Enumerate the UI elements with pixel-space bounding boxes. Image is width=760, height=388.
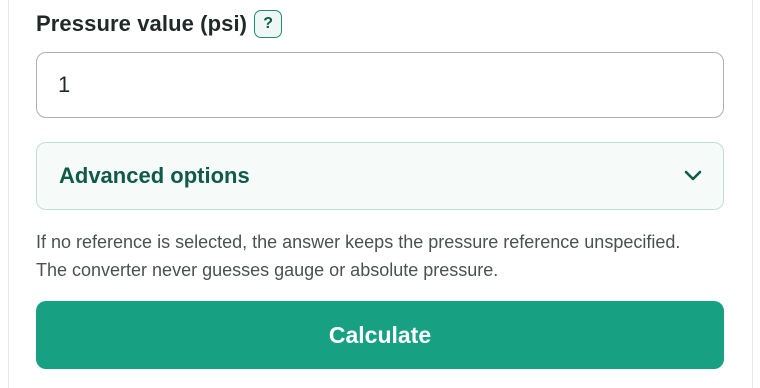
pressure-value-input[interactable] bbox=[36, 52, 724, 118]
calculate-button[interactable]: Calculate bbox=[36, 301, 724, 369]
reference-note: If no reference is selected, the answer … bbox=[36, 232, 681, 280]
pressure-field-label: Pressure value (psi) bbox=[36, 11, 248, 36]
help-button[interactable]: ? bbox=[254, 10, 283, 38]
advanced-options-toggle[interactable]: Advanced options bbox=[36, 142, 724, 210]
question-mark-icon: ? bbox=[263, 15, 273, 32]
pressure-label-row: Pressure value (psi) ? bbox=[36, 8, 283, 40]
advanced-options-label: Advanced options bbox=[59, 163, 250, 188]
chevron-down-icon bbox=[683, 166, 703, 186]
